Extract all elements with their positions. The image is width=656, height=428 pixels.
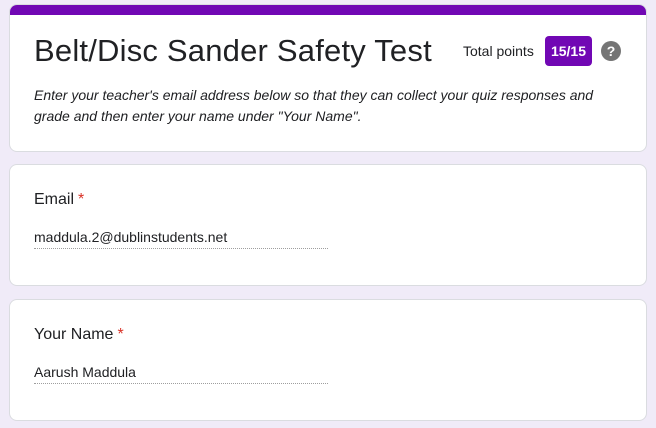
question-label: Your Name	[34, 326, 114, 343]
form-description: Enter your teacher's email address below…	[34, 87, 594, 124]
score-badge: 15/15	[545, 36, 592, 66]
total-points-label: Total points	[463, 43, 534, 59]
question-card-name: Your Name * Aarush Maddula	[9, 299, 647, 421]
question-label: Email	[34, 191, 75, 208]
form-header-card: Belt/Disc Sander Safety Test Total point…	[9, 4, 647, 152]
header-accent-bar	[10, 5, 646, 15]
name-answer-field[interactable]: Aarush Maddula	[34, 364, 328, 384]
help-icon[interactable]: ?	[601, 41, 621, 61]
question-card-email: Email * maddula.2@dublinstudents.net	[9, 164, 647, 286]
question-title-email: Email *	[34, 191, 84, 209]
question-title-name: Your Name *	[34, 326, 124, 344]
required-asterisk: *	[78, 191, 85, 208]
form-title: Belt/Disc Sander Safety Test	[34, 33, 432, 68]
email-answer-field[interactable]: maddula.2@dublinstudents.net	[34, 229, 328, 249]
required-asterisk: *	[117, 326, 124, 343]
